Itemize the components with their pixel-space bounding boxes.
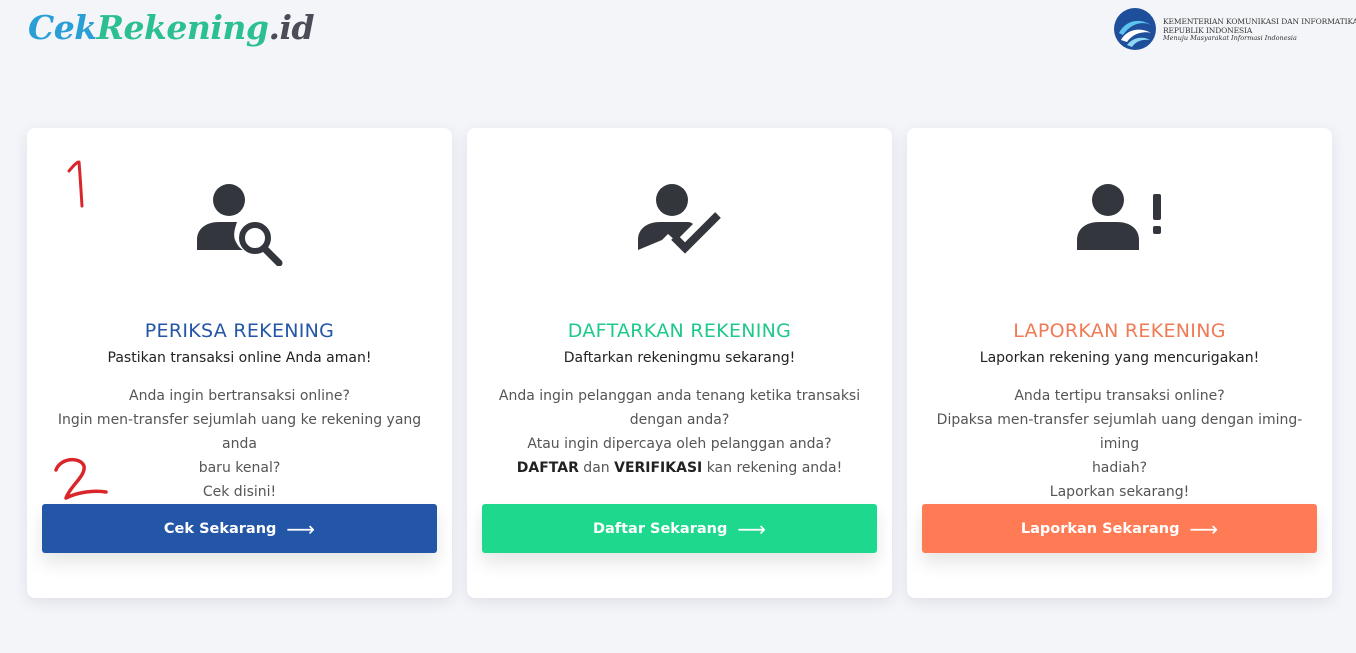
text-dan: dan [578, 460, 615, 476]
card-subtitle: Laporkan rekening yang mencurigakan! [979, 350, 1260, 366]
desc-line: hadiah? [1091, 460, 1148, 476]
daftar-sekarang-button[interactable]: Daftar Sekarang ⟶ [482, 504, 877, 553]
user-check-icon [637, 184, 721, 254]
cekrekening-logo[interactable]: CekRekening.id [28, 8, 315, 47]
icon-wrap [27, 184, 452, 266]
card-title: DAFTARKAN REKENING [567, 320, 792, 342]
desc-line: Anda tertipu transaksi online? [1014, 388, 1225, 404]
desc-line: Cek disini! [202, 484, 277, 500]
desc-line: Anda ingin bertransaksi online? [129, 388, 350, 404]
icon-wrap [467, 184, 892, 266]
logo-part-cek: Cek [28, 8, 97, 47]
card-description: Anda ingin bertransaksi online? Ingin me… [41, 384, 438, 504]
desc-line: DAFTAR dan VERIFIKASI kan rekening anda! [481, 456, 878, 480]
logo-part-id: .id [268, 8, 315, 47]
kominfo-line1: KEMENTERIAN KOMUNIKASI DAN INFORMATIKA [1163, 17, 1356, 26]
arrow-right-icon: ⟶ [1189, 516, 1219, 541]
arrow-right-icon: ⟶ [286, 516, 316, 541]
bold-verifikasi: VERIFIKASI [614, 460, 703, 476]
user-alert-icon [1076, 184, 1161, 250]
card-subtitle: Pastikan transaksi online Anda aman! [107, 350, 372, 366]
card-title: PERIKSA REKENING [144, 320, 335, 342]
desc-line: Ingin men-transfer sejumlah uang ke reke… [57, 412, 422, 452]
user-search-icon [196, 184, 282, 266]
card-daftarkan-rekening: DAFTARKAN REKENING Daftarkan rekeningmu … [467, 128, 892, 598]
card-periksa-rekening: PERIKSA REKENING Pastikan transaksi onli… [27, 128, 452, 598]
desc-line: Laporkan sekarang! [1049, 484, 1190, 500]
card-description: Anda tertipu transaksi online? Dipaksa m… [921, 384, 1318, 504]
icon-wrap [907, 184, 1332, 266]
desc-line: Atau ingin dipercaya oleh pelanggan anda… [527, 436, 832, 452]
desc-line: baru kenal? [198, 460, 281, 476]
desc-line: dengan anda? [629, 412, 730, 428]
desc-line: Dipaksa men-transfer sejumlah uang denga… [936, 412, 1303, 452]
text-rest: kan rekening anda! [702, 460, 843, 476]
button-label: Daftar Sekarang [592, 520, 728, 537]
bold-daftar: DAFTAR [516, 460, 579, 476]
arrow-right-icon: ⟶ [737, 516, 767, 541]
card-subtitle: Daftarkan rekeningmu sekarang! [563, 350, 796, 366]
button-label: Laporkan Sekarang [1020, 520, 1180, 537]
cek-sekarang-button[interactable]: Cek Sekarang ⟶ [42, 504, 437, 553]
laporkan-sekarang-button[interactable]: Laporkan Sekarang ⟶ [922, 504, 1317, 553]
button-label: Cek Sekarang [163, 520, 277, 537]
kominfo-emblem-icon [1114, 8, 1156, 50]
card-description: Anda ingin pelanggan anda tenang ketika … [481, 384, 878, 480]
card-laporkan-rekening: LAPORKAN REKENING Laporkan rekening yang… [907, 128, 1332, 598]
logo-part-rekening: Rekening [96, 8, 269, 47]
desc-line: Anda ingin pelanggan anda tenang ketika … [498, 388, 861, 404]
kominfo-logo: KEMENTERIAN KOMUNIKASI DAN INFORMATIKA R… [1113, 7, 1356, 53]
kominfo-tagline: Menuju Masyarakat Informasi Indonesia [1163, 34, 1297, 42]
card-title: LAPORKAN REKENING [1013, 320, 1226, 342]
